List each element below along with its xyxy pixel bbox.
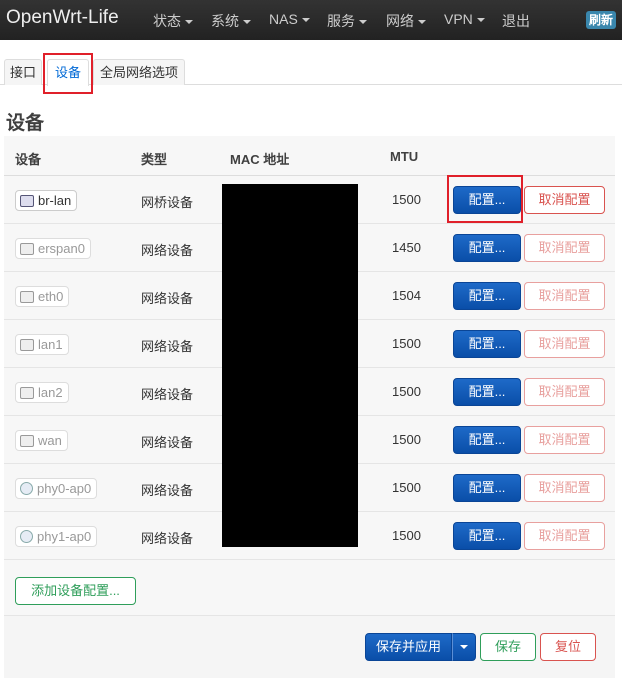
save-apply-button[interactable]: 保存并应用	[365, 633, 452, 661]
device-type: 网络设备	[141, 243, 194, 258]
unconfigure-button[interactable]: 取消配置	[524, 474, 605, 502]
chevron-down-icon	[243, 20, 251, 25]
device-mtu: 1500	[392, 480, 421, 495]
device-type: 网络设备	[141, 435, 194, 450]
header-device: 设备	[15, 152, 42, 167]
device-mtu: 1500	[392, 384, 421, 399]
device-mtu: 1500	[392, 432, 421, 447]
device-type: 网络设备	[141, 291, 194, 306]
device-type: 网桥设备	[141, 195, 194, 210]
unconfigure-button[interactable]: 取消配置	[524, 234, 605, 262]
tab-global-network-options[interactable]: 全局网络选项	[93, 59, 185, 85]
chevron-down-icon	[185, 20, 193, 25]
page-title: 设备	[6, 113, 45, 134]
header-type: 类型	[141, 152, 168, 167]
device-mtu: 1450	[392, 240, 421, 255]
configure-button[interactable]: 配置...	[453, 474, 521, 502]
device-mtu: 1500	[392, 192, 421, 207]
menu-network[interactable]: 网络	[386, 11, 426, 31]
bridge-icon	[20, 195, 34, 207]
chevron-down-icon	[301, 18, 310, 23]
unconfigure-button[interactable]: 取消配置	[524, 282, 605, 310]
device-badge: br-lan	[15, 190, 78, 211]
ethernet-port-icon	[20, 435, 34, 447]
refresh-button[interactable]: 刷新	[586, 11, 616, 29]
unconfigure-button[interactable]: 取消配置	[524, 186, 605, 214]
device-badge: lan2	[15, 382, 69, 403]
wifi-icon	[20, 530, 33, 543]
top-navbar: OpenWrt-Life 状态 系统 NAS 服务 网络 VPN 退出 刷新	[0, 0, 622, 40]
configure-button[interactable]: 配置...	[453, 378, 521, 406]
device-mtu: 1500	[392, 528, 421, 543]
menu-nas[interactable]: NAS	[269, 11, 310, 27]
device-badge: wan	[15, 430, 68, 451]
device-type: 网络设备	[141, 531, 194, 546]
chevron-down-icon	[476, 18, 485, 23]
ethernet-port-icon	[20, 387, 34, 399]
chevron-down-icon	[359, 20, 367, 25]
wifi-icon	[20, 482, 33, 495]
add-device-config-button[interactable]: 添加设备配置...	[15, 577, 136, 605]
unconfigure-button[interactable]: 取消配置	[524, 522, 605, 550]
device-badge: phy1-ap0	[15, 526, 98, 547]
device-badge: phy0-ap0	[15, 478, 98, 499]
unconfigure-button[interactable]: 取消配置	[524, 330, 605, 358]
brand-title[interactable]: OpenWrt-Life	[6, 7, 119, 29]
configure-button[interactable]: 配置...	[453, 234, 521, 262]
configure-button[interactable]: 配置...	[453, 282, 521, 310]
header-mtu: MTU	[390, 149, 419, 164]
mac-address-redaction	[222, 184, 358, 547]
menu-vpn[interactable]: VPN	[444, 11, 485, 27]
ethernet-port-icon	[20, 243, 34, 255]
save-button[interactable]: 保存	[480, 633, 536, 661]
save-apply-dropdown[interactable]	[452, 633, 476, 661]
unconfigure-button[interactable]: 取消配置	[524, 378, 605, 406]
ethernet-port-icon	[20, 291, 34, 303]
device-badge: eth0	[15, 286, 70, 307]
menu-system[interactable]: 系统	[211, 11, 251, 31]
tab-interfaces[interactable]: 接口	[4, 59, 42, 85]
menu-services[interactable]: 服务	[327, 11, 367, 31]
page-footer: 保存并应用 保存 复位	[4, 615, 615, 678]
menu-logout[interactable]: 退出	[502, 11, 530, 31]
table-header: 设备 类型 MAC 地址 MTU	[4, 136, 615, 176]
tab-bar: 接口 设备 全局网络选项	[0, 59, 622, 86]
device-type: 网络设备	[141, 387, 194, 402]
device-mtu: 1504	[392, 288, 421, 303]
highlight-box-tab	[43, 53, 93, 94]
highlight-box-configure	[447, 175, 523, 223]
device-badge: erspan0	[15, 238, 91, 259]
header-mac: MAC 地址	[230, 152, 290, 167]
device-mtu: 1500	[392, 336, 421, 351]
configure-button[interactable]: 配置...	[453, 330, 521, 358]
unconfigure-button[interactable]: 取消配置	[524, 426, 605, 454]
devices-table: 设备 类型 MAC 地址 MTU br-lan 网桥设备 1500 配置... …	[4, 136, 615, 615]
ethernet-port-icon	[20, 339, 34, 351]
device-type: 网络设备	[141, 339, 194, 354]
menu-status[interactable]: 状态	[153, 11, 193, 31]
configure-button[interactable]: 配置...	[453, 522, 521, 550]
chevron-down-icon	[418, 20, 426, 25]
device-badge: lan1	[15, 334, 69, 355]
chevron-down-icon	[460, 645, 468, 649]
reset-button[interactable]: 复位	[540, 633, 596, 661]
device-type: 网络设备	[141, 483, 194, 498]
configure-button[interactable]: 配置...	[453, 426, 521, 454]
